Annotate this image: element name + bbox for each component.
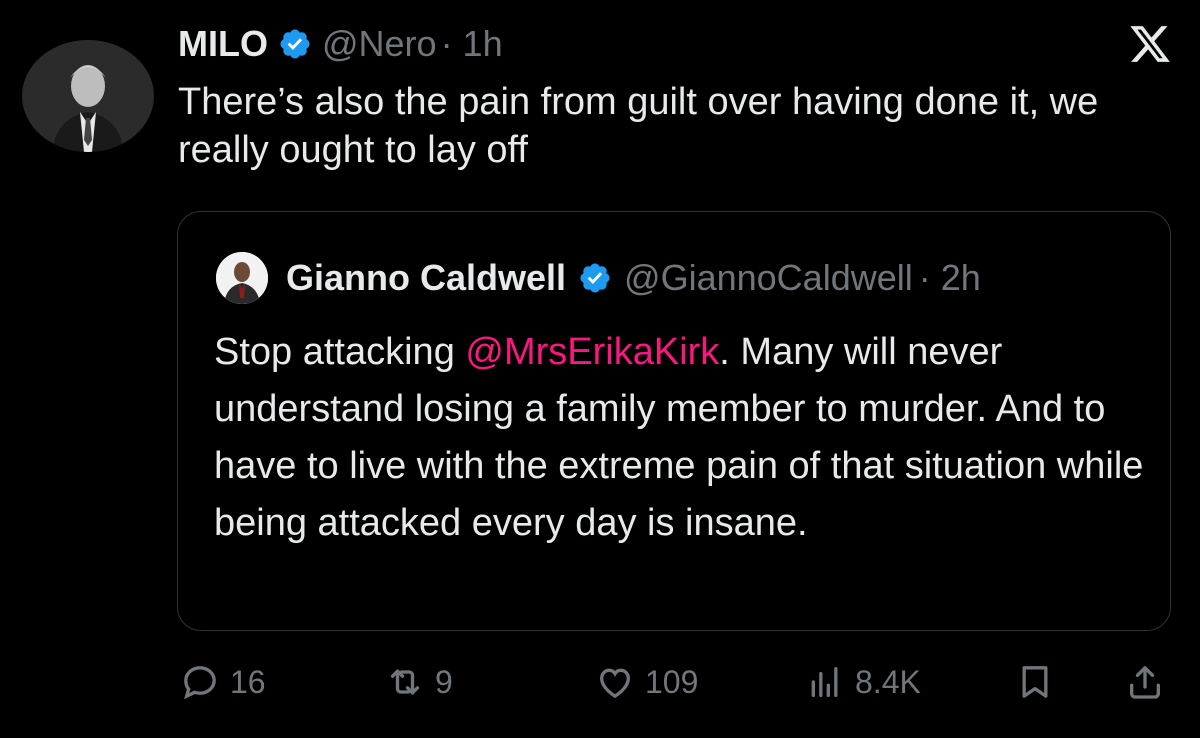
author-avatar[interactable]	[22, 40, 154, 152]
quoted-author-handle[interactable]: @GiannoCaldwell	[624, 257, 913, 299]
quoted-tweet-text: Stop attacking @MrsErikaKirk. Many will …	[214, 324, 1144, 552]
views-button[interactable]: 8.4K	[805, 652, 921, 712]
bookmark-button[interactable]	[1015, 652, 1055, 712]
tweet-text: There’s also the pain from guilt over ha…	[178, 81, 1099, 171]
author-name[interactable]: MILO	[178, 23, 268, 65]
x-logo-icon	[1130, 26, 1170, 62]
reply-button[interactable]: 16	[180, 652, 266, 712]
tweet-header: MILO @Nero · 1h	[178, 22, 503, 66]
reply-count: 16	[230, 663, 266, 700]
quoted-avatar[interactable]	[216, 252, 268, 304]
quoted-text-start: Stop attacking	[214, 331, 466, 373]
verified-icon	[580, 263, 610, 293]
verified-icon	[280, 29, 310, 59]
like-count: 109	[645, 663, 699, 700]
like-icon	[599, 668, 631, 699]
mention-link[interactable]: @MrsErikaKirk	[465, 331, 719, 373]
repost-count: 9	[435, 663, 453, 700]
like-button[interactable]: 109	[595, 652, 698, 712]
views-count: 8.4K	[855, 663, 921, 700]
repost-button[interactable]: 9	[385, 652, 453, 712]
reply-icon	[184, 666, 216, 700]
bookmark-icon	[1022, 666, 1048, 698]
quoted-author-name[interactable]: Gianno Caldwell	[286, 257, 566, 299]
tweet-time[interactable]: · 1h	[441, 23, 503, 65]
share-icon	[1130, 666, 1160, 699]
repost-icon	[390, 669, 420, 695]
quoted-tweet[interactable]: Gianno Caldwell @GiannoCaldwell · 2h Sto…	[177, 211, 1171, 631]
quoted-header: Gianno Caldwell @GiannoCaldwell · 2h	[216, 252, 981, 304]
author-handle[interactable]: @Nero	[322, 23, 437, 65]
share-button[interactable]	[1125, 652, 1165, 712]
quoted-tweet-time[interactable]: · 2h	[919, 257, 981, 299]
action-bar: 16 9 109 8.4K	[170, 652, 1180, 712]
views-icon	[811, 667, 838, 697]
